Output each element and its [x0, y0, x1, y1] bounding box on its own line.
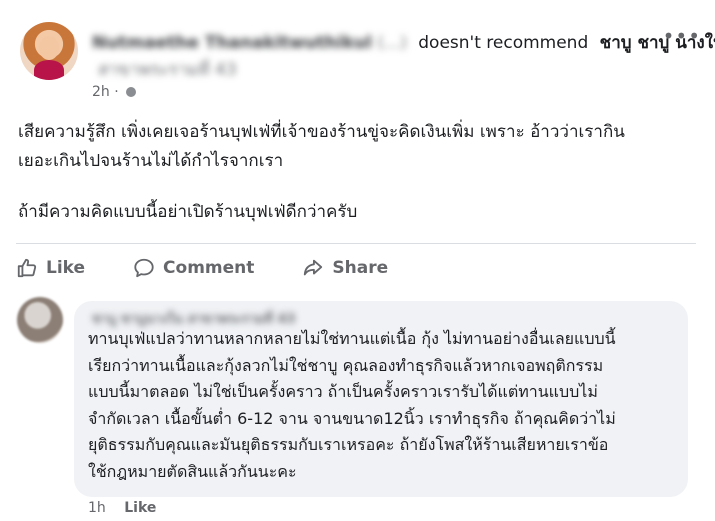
author-name[interactable]: Nutmaethe Thanakitwuthikul [92, 33, 372, 53]
comment-line: ทานบุเฟ่แปลว่าทานหลากหลายไม่ใช่ทานแต่เนื… [88, 329, 616, 348]
comment-bubble-icon [134, 258, 154, 278]
comment-line: ใช้กฎหมายตัดสินแล้วกันนะคะ [88, 461, 297, 481]
post-body: เสียความรู้สึก เพิ่งเคยเจอร้านบุฟเฟ่ที่เ… [18, 118, 698, 227]
author-suffix: (...) [377, 33, 407, 53]
share-label: Share [332, 258, 389, 278]
author-avatar[interactable] [20, 22, 78, 80]
comment-line: จำกัดเวลา เนื้อขั้นต่ำ 6-12 จาน จานขนาด1… [88, 408, 616, 428]
post-actions: Like Comment Share [16, 254, 436, 282]
comment-line: แบบนี้มาตลอด ไม่ใช่เป็นครั้งคราว ถ้าเป็น… [88, 382, 598, 401]
commenter-avatar[interactable] [17, 297, 63, 343]
avatar-shirt [34, 60, 64, 80]
comment-body: ทานบุเฟ่แปลว่าทานหลากหลายไม่ใช่ทานแต่เนื… [88, 326, 684, 485]
avatar-face [39, 36, 59, 60]
comment-line: ยุติธรรมกับคุณและมันยุติธรรมกับเราเหรอคะ… [88, 435, 609, 454]
post-body-line: ถ้ามีความคิดแบบนี้อย่าเปิดร้านบุฟเฟ่ดีกว… [18, 202, 358, 222]
comment-meta: 1h Like [88, 500, 156, 516]
comment-button[interactable]: Comment [133, 254, 254, 282]
post-meta: 2h · [92, 84, 137, 100]
comment-line: เรียกว่าทานเนื้อและกุ้งลวกไม่ใช่ชาบู คุณ… [88, 355, 604, 375]
page-branch[interactable]: สาขาพระรามที่ 43 [98, 60, 237, 80]
post-body-line: เยอะเกินไปจนร้านไม่ได้กำไรจากเรา [18, 151, 284, 171]
comment-timestamp[interactable]: 1h [88, 500, 106, 516]
like-label: Like [46, 258, 86, 278]
share-arrow-icon [304, 259, 323, 276]
globe-icon [126, 87, 137, 97]
actions-divider [16, 243, 696, 244]
meta-separator: · [114, 84, 119, 100]
comment-label: Comment [163, 258, 255, 278]
thumbs-up-icon [17, 258, 37, 278]
post-header-line2: สาขาพระรามที่ 43 [92, 56, 237, 83]
more-horizontal-icon[interactable]: ••• [663, 24, 701, 48]
comment-like-button[interactable]: Like [124, 500, 156, 516]
share-button[interactable]: Share [302, 254, 388, 282]
post-body-line: เสียความรู้สึก เพิ่งเคยเจอร้านบุฟเฟ่ที่เ… [18, 122, 625, 142]
like-button[interactable]: Like [16, 254, 85, 282]
post-header: Nutmaethe Thanakitwuthikul (...) doesn't… [92, 29, 715, 56]
post-timestamp[interactable]: 2h [92, 84, 110, 100]
review-post: Nutmaethe Thanakitwuthikul (...) doesn't… [0, 0, 715, 521]
recommendation-status: doesn't recommend [418, 33, 589, 53]
